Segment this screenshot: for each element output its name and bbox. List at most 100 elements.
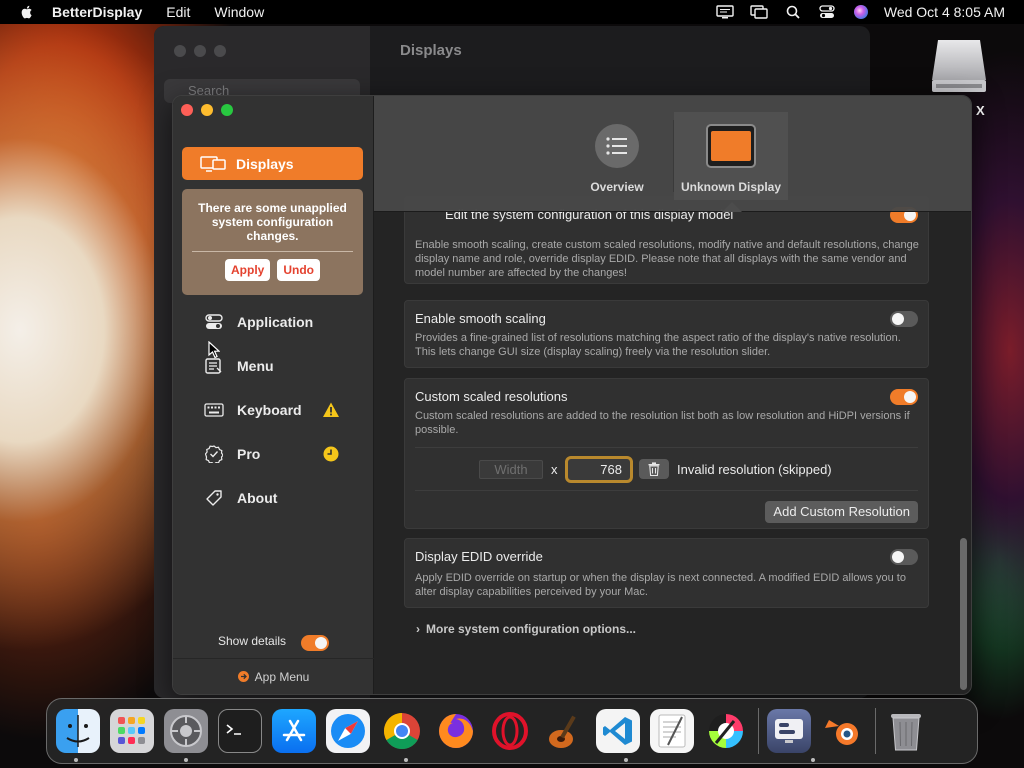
opera-icon[interactable] (488, 709, 532, 753)
menu-list-icon (203, 357, 225, 375)
custom-resolutions-desc: Custom scaled resolutions are added to t… (415, 410, 910, 436)
unapplied-changes-panel: There are some unapplied system configur… (182, 189, 363, 295)
minimize-window-button[interactable] (201, 104, 213, 116)
betterdisplay-icon[interactable] (767, 709, 811, 753)
siri-icon[interactable] (844, 0, 878, 24)
close-window-button[interactable] (181, 104, 193, 116)
vscode-icon[interactable] (596, 709, 640, 753)
dock (46, 698, 978, 764)
chevron-right-icon: › (416, 622, 420, 636)
running-indicator (74, 758, 78, 762)
unapplied-message: There are some unapplied system configur… (198, 201, 347, 243)
external-disk-icon[interactable] (930, 36, 988, 96)
sidebar-item-application[interactable]: Application (173, 307, 374, 337)
menu-window[interactable]: Window (214, 4, 264, 20)
sidebar-item-label: Keyboard (237, 402, 302, 418)
dock-separator (875, 708, 876, 754)
menu-edit[interactable]: Edit (166, 4, 190, 20)
apply-button[interactable]: Apply (225, 259, 271, 281)
running-indicator (404, 758, 408, 762)
smooth-scaling-title: Enable smooth scaling (415, 311, 546, 326)
app-menu-label: App Menu (254, 669, 310, 684)
window-controls (181, 104, 233, 116)
more-config-options-disclosure[interactable]: › More system configuration options... (416, 622, 636, 636)
betterdisplay-settings-window: Displays There are some unapplied system… (172, 95, 972, 695)
zoom-window-button[interactable] (221, 104, 233, 116)
keyboard-icon (203, 401, 225, 419)
running-indicator (811, 758, 815, 762)
apple-logo-icon[interactable] (19, 4, 35, 20)
sidebar-item-menu[interactable]: Menu (173, 351, 374, 381)
sidebar-item-about[interactable]: About (173, 483, 374, 513)
divider (192, 251, 353, 252)
menu-app-name[interactable]: BetterDisplay (52, 4, 142, 20)
chrome-icon[interactable] (380, 709, 424, 753)
smooth-scaling-desc: Provides a fine-grained list of resoluti… (415, 332, 901, 358)
trash-icon (648, 462, 660, 476)
background-window-controls (174, 45, 226, 57)
list-icon (595, 124, 639, 168)
system-settings-icon[interactable] (164, 709, 208, 753)
dock-separator (758, 708, 759, 754)
sidebar-item-keyboard[interactable]: Keyboard (173, 395, 374, 425)
sidebar-item-displays[interactable]: Displays (182, 147, 363, 180)
sidebar-item-label: Displays (236, 155, 294, 172)
control-center-icon[interactable] (810, 0, 844, 24)
selection-caret (722, 202, 742, 212)
mouse-cursor-icon (208, 341, 220, 359)
clock-icon (323, 446, 339, 462)
overview-label: Overview (590, 180, 644, 194)
trash-icon[interactable] (884, 709, 928, 753)
resolution-status: Invalid resolution (skipped) (677, 462, 832, 477)
display-icon (706, 124, 756, 168)
screen-mirroring-icon[interactable] (742, 0, 776, 24)
height-input[interactable]: 768 (565, 456, 633, 483)
unknown-display-tab[interactable]: Unknown Display (676, 124, 786, 194)
show-details-toggle[interactable] (301, 635, 329, 651)
overview-tab[interactable]: Overview (562, 124, 672, 194)
firefox-icon[interactable] (434, 709, 478, 753)
displays-icon (200, 155, 226, 172)
edid-override-card: Display EDID override Apply EDID overrid… (404, 538, 929, 608)
arrow-right-circle-icon (237, 671, 249, 682)
disk-label: X (976, 103, 985, 118)
running-indicator (184, 758, 188, 762)
spotlight-search-icon[interactable] (776, 0, 810, 24)
garageband-icon[interactable] (542, 709, 586, 753)
custom-resolutions-card: Custom scaled resolutions Custom scaled … (404, 378, 929, 529)
smooth-scaling-card: Enable smooth scaling Provides a fine-gr… (404, 300, 929, 368)
undo-button[interactable]: Undo (277, 259, 320, 281)
app-menu-button[interactable]: App Menu (173, 658, 374, 694)
sidebar-item-label: Menu (237, 358, 274, 374)
finder-icon[interactable] (56, 709, 100, 753)
menu-clock[interactable]: Wed Oct 4 8:05 AM (884, 4, 1005, 20)
content-scrollbar[interactable] (960, 538, 967, 690)
launchpad-icon[interactable] (110, 709, 154, 753)
edid-override-toggle[interactable] (890, 549, 918, 565)
sidebar-item-pro[interactable]: Pro (173, 439, 374, 469)
app-store-icon[interactable] (272, 709, 316, 753)
smooth-scaling-toggle[interactable] (890, 311, 918, 327)
custom-resolutions-toggle[interactable] (890, 389, 918, 405)
sidebar-item-label: About (237, 490, 278, 506)
delete-resolution-button[interactable] (639, 459, 669, 479)
menu-bar: BetterDisplay Edit Window Wed Oct 4 8:05… (0, 0, 1024, 24)
tag-icon (203, 489, 225, 507)
safari-icon[interactable] (326, 709, 370, 753)
sidebar-item-label: Pro (237, 446, 261, 462)
toolbar-separator (673, 120, 674, 192)
warning-icon (323, 402, 339, 417)
terminal-icon[interactable] (218, 709, 262, 753)
blender-icon[interactable] (821, 709, 865, 753)
edit-system-config-desc: Enable smooth scaling, create custom sca… (415, 239, 919, 279)
show-details-label: Show details (218, 634, 287, 648)
sidebar-item-label: Application (237, 314, 314, 330)
betterdisplay-status-icon[interactable] (708, 0, 742, 24)
width-input[interactable]: Width (479, 460, 543, 479)
textedit-icon[interactable] (650, 709, 694, 753)
add-custom-resolution-button[interactable]: Add Custom Resolution (765, 501, 918, 523)
custom-resolutions-title: Custom scaled resolutions (415, 389, 568, 404)
pixelmator-icon[interactable] (704, 709, 748, 753)
display-label: Unknown Display (680, 180, 781, 194)
by-label: x (551, 462, 558, 477)
